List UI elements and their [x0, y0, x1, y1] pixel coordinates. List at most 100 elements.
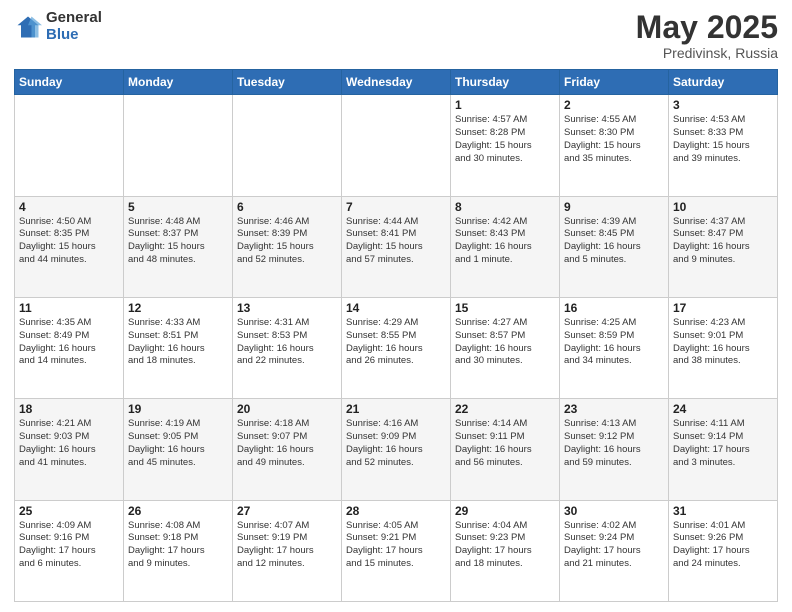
calendar-cell: 22 Sunrise: 4:14 AMSunset: 9:11 PMDayligh… — [451, 399, 560, 500]
day-number: 31 — [673, 504, 773, 518]
calendar-cell: 21 Sunrise: 4:16 AMSunset: 9:09 PMDayligh… — [342, 399, 451, 500]
day-info: Sunrise: 4:46 AMSunset: 8:39 PMDaylight:… — [237, 216, 337, 267]
title-location: Predivinsk, Russia — [636, 45, 778, 61]
day-number: 22 — [455, 402, 555, 416]
day-number: 13 — [237, 301, 337, 315]
weekday-header: Wednesday — [342, 70, 451, 95]
calendar-cell: 10 Sunrise: 4:37 AMSunset: 8:47 PMDayligh… — [669, 196, 778, 297]
day-info: Sunrise: 4:27 AMSunset: 8:57 PMDaylight:… — [455, 317, 555, 368]
day-info: Sunrise: 4:19 AMSunset: 9:05 PMDaylight:… — [128, 418, 228, 469]
day-number: 14 — [346, 301, 446, 315]
weekday-header: Saturday — [669, 70, 778, 95]
calendar-cell: 4Sunrise: 4:50 AMSunset: 8:35 PMDaylight… — [15, 196, 124, 297]
day-info: Sunrise: 4:13 AMSunset: 9:12 PMDaylight:… — [564, 418, 664, 469]
day-info: Sunrise: 4:29 AMSunset: 8:55 PMDaylight:… — [346, 317, 446, 368]
calendar-cell: 7 Sunrise: 4:44 AMSunset: 8:41 PMDaylight… — [342, 196, 451, 297]
day-info: Sunrise: 4:57 AMSunset: 8:28 PMDaylight:… — [455, 114, 555, 165]
page: General Blue May 2025 Predivinsk, Russia… — [0, 0, 792, 612]
logo-icon — [14, 13, 42, 41]
day-info: Sunrise: 4:53 AMSunset: 8:33 PMDaylight:… — [673, 114, 773, 165]
calendar-cell: 1 Sunrise: 4:57 AMSunset: 8:28 PMDaylight… — [451, 95, 560, 196]
calendar-cell: 3 Sunrise: 4:53 AMSunset: 8:33 PMDaylight… — [669, 95, 778, 196]
title-month: May 2025 — [636, 10, 778, 45]
calendar-week-row: 1 Sunrise: 4:57 AMSunset: 8:28 PMDaylight… — [15, 95, 778, 196]
day-number: 15 — [455, 301, 555, 315]
calendar-cell: 14 Sunrise: 4:29 AMSunset: 8:55 PMDayligh… — [342, 297, 451, 398]
calendar-cell: 11Sunrise: 4:35 AMSunset: 8:49 PMDayligh… — [15, 297, 124, 398]
calendar-cell: 23 Sunrise: 4:13 AMSunset: 9:12 PMDayligh… — [560, 399, 669, 500]
calendar-week-row: 4Sunrise: 4:50 AMSunset: 8:35 PMDaylight… — [15, 196, 778, 297]
day-info: Sunrise: 4:33 AMSunset: 8:51 PMDaylight:… — [128, 317, 228, 368]
day-number: 26 — [128, 504, 228, 518]
day-number: 5 — [128, 200, 228, 214]
day-info: Sunrise: 4:14 AMSunset: 9:11 PMDaylight:… — [455, 418, 555, 469]
calendar-cell — [124, 95, 233, 196]
day-info: Sunrise: 4:05 AMSunset: 9:21 PMDaylight:… — [346, 520, 446, 571]
calendar-cell: 31 Sunrise: 4:01 AMSunset: 9:26 PMDayligh… — [669, 500, 778, 601]
calendar-cell: 27 Sunrise: 4:07 AMSunset: 9:19 PMDayligh… — [233, 500, 342, 601]
day-info: Sunrise: 4:18 AMSunset: 9:07 PMDaylight:… — [237, 418, 337, 469]
title-block: May 2025 Predivinsk, Russia — [636, 10, 778, 61]
day-info: Sunrise: 4:08 AMSunset: 9:18 PMDaylight:… — [128, 520, 228, 571]
day-info: Sunrise: 4:02 AMSunset: 9:24 PMDaylight:… — [564, 520, 664, 571]
day-info: Sunrise: 4:11 AMSunset: 9:14 PMDaylight:… — [673, 418, 773, 469]
day-number: 9 — [564, 200, 664, 214]
calendar-cell: 24 Sunrise: 4:11 AMSunset: 9:14 PMDayligh… — [669, 399, 778, 500]
calendar-cell: 30 Sunrise: 4:02 AMSunset: 9:24 PMDayligh… — [560, 500, 669, 601]
calendar-cell: 6 Sunrise: 4:46 AMSunset: 8:39 PMDaylight… — [233, 196, 342, 297]
day-number: 3 — [673, 98, 773, 112]
day-number: 12 — [128, 301, 228, 315]
weekday-header: Sunday — [15, 70, 124, 95]
day-info: Sunrise: 4:35 AMSunset: 8:49 PMDaylight:… — [19, 317, 119, 368]
day-number: 4 — [19, 200, 119, 214]
calendar-cell: 20 Sunrise: 4:18 AMSunset: 9:07 PMDayligh… — [233, 399, 342, 500]
calendar-table: SundayMondayTuesdayWednesdayThursdayFrid… — [14, 69, 778, 602]
day-number: 27 — [237, 504, 337, 518]
calendar-cell: 26 Sunrise: 4:08 AMSunset: 9:18 PMDayligh… — [124, 500, 233, 601]
calendar-week-row: 18Sunrise: 4:21 AMSunset: 9:03 PMDayligh… — [15, 399, 778, 500]
day-number: 6 — [237, 200, 337, 214]
calendar-cell — [15, 95, 124, 196]
day-info: Sunrise: 4:01 AMSunset: 9:26 PMDaylight:… — [673, 520, 773, 571]
day-info: Sunrise: 4:55 AMSunset: 8:30 PMDaylight:… — [564, 114, 664, 165]
day-info: Sunrise: 4:44 AMSunset: 8:41 PMDaylight:… — [346, 216, 446, 267]
calendar-cell: 15 Sunrise: 4:27 AMSunset: 8:57 PMDayligh… — [451, 297, 560, 398]
day-number: 30 — [564, 504, 664, 518]
logo: General Blue — [14, 10, 102, 43]
day-number: 20 — [237, 402, 337, 416]
day-info: Sunrise: 4:21 AMSunset: 9:03 PMDaylight:… — [19, 418, 119, 469]
day-number: 7 — [346, 200, 446, 214]
calendar-week-row: 11Sunrise: 4:35 AMSunset: 8:49 PMDayligh… — [15, 297, 778, 398]
calendar-cell: 29Sunrise: 4:04 AMSunset: 9:23 PMDayligh… — [451, 500, 560, 601]
day-info: Sunrise: 4:37 AMSunset: 8:47 PMDaylight:… — [673, 216, 773, 267]
day-info: Sunrise: 4:39 AMSunset: 8:45 PMDaylight:… — [564, 216, 664, 267]
logo-general: General — [46, 10, 102, 27]
day-number: 28 — [346, 504, 446, 518]
calendar-cell: 18Sunrise: 4:21 AMSunset: 9:03 PMDayligh… — [15, 399, 124, 500]
calendar-week-row: 25Sunrise: 4:09 AMSunset: 9:16 PMDayligh… — [15, 500, 778, 601]
calendar-cell — [342, 95, 451, 196]
day-number: 17 — [673, 301, 773, 315]
day-number: 24 — [673, 402, 773, 416]
day-number: 19 — [128, 402, 228, 416]
day-number: 2 — [564, 98, 664, 112]
weekday-header: Friday — [560, 70, 669, 95]
day-info: Sunrise: 4:09 AMSunset: 9:16 PMDaylight:… — [19, 520, 119, 571]
day-number: 1 — [455, 98, 555, 112]
calendar-cell: 5 Sunrise: 4:48 AMSunset: 8:37 PMDaylight… — [124, 196, 233, 297]
day-number: 23 — [564, 402, 664, 416]
calendar-cell: 28 Sunrise: 4:05 AMSunset: 9:21 PMDayligh… — [342, 500, 451, 601]
calendar-cell — [233, 95, 342, 196]
day-info: Sunrise: 4:16 AMSunset: 9:09 PMDaylight:… — [346, 418, 446, 469]
calendar-cell: 16Sunrise: 4:25 AMSunset: 8:59 PMDayligh… — [560, 297, 669, 398]
calendar-cell: 8Sunrise: 4:42 AMSunset: 8:43 PMDaylight… — [451, 196, 560, 297]
day-info: Sunrise: 4:07 AMSunset: 9:19 PMDaylight:… — [237, 520, 337, 571]
logo-blue: Blue — [46, 27, 102, 44]
calendar-cell: 9 Sunrise: 4:39 AMSunset: 8:45 PMDaylight… — [560, 196, 669, 297]
day-info: Sunrise: 4:04 AMSunset: 9:23 PMDaylight:… — [455, 520, 555, 571]
day-number: 16 — [564, 301, 664, 315]
day-number: 21 — [346, 402, 446, 416]
day-number: 10 — [673, 200, 773, 214]
day-info: Sunrise: 4:48 AMSunset: 8:37 PMDaylight:… — [128, 216, 228, 267]
day-info: Sunrise: 4:31 AMSunset: 8:53 PMDaylight:… — [237, 317, 337, 368]
